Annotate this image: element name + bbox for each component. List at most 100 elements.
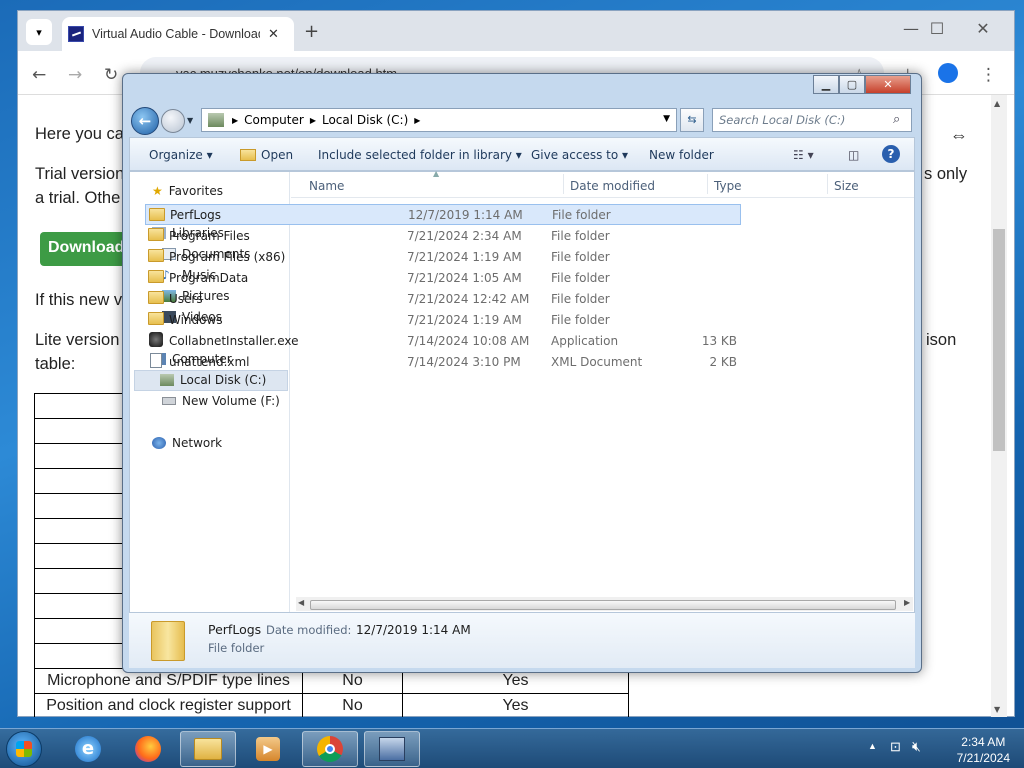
file-row[interactable]: Program Files (x86) 7/21/2024 1:19 AM File… [145, 246, 741, 267]
folder-icon [148, 270, 164, 283]
scroll-up-icon[interactable]: ▲ [994, 99, 1000, 108]
organize-button[interactable]: Organize ▾ [149, 148, 213, 162]
address-history-dropdown-icon[interactable]: ▼ [663, 114, 670, 124]
file-name: unattend.xml [169, 354, 250, 369]
include-in-library-button[interactable]: Include selected folder in library ▾ [318, 148, 522, 162]
file-date: 7/21/2024 1:19 AM [407, 249, 522, 264]
media-player-icon: ▶ [256, 737, 280, 761]
search-icon[interactable]: ⌕ [893, 112, 900, 127]
menu-dots-icon[interactable]: ⋮ [980, 65, 997, 85]
file-type: File folder [551, 249, 610, 264]
file-name: PerfLogs [170, 207, 222, 222]
local-disk-icon [160, 374, 174, 386]
tab-search-chevron-icon[interactable]: ▾ [26, 19, 52, 45]
taskbar-chrome[interactable] [302, 731, 358, 767]
taskbar-internet-explorer[interactable]: e [60, 731, 116, 767]
breadcrumb-computer[interactable]: Computer [244, 113, 304, 127]
breadcrumb-arrow-icon[interactable]: ▶ [310, 116, 316, 125]
breadcrumb-local-disk[interactable]: Local Disk (C:) [322, 113, 408, 127]
new-tab-button[interactable]: + [304, 21, 319, 42]
favicon-icon [68, 26, 84, 42]
profile-avatar-icon[interactable] [938, 63, 958, 83]
chrome-icon [317, 736, 343, 762]
breadcrumb-arrow-icon[interactable]: ▶ [414, 116, 420, 125]
recent-pages-dropdown-icon[interactable]: ▼ [187, 116, 193, 125]
computer-drive-icon [208, 113, 224, 127]
explorer-address-bar[interactable]: ▶ Computer ▶ Local Disk (C:) ▶ ▼ [201, 108, 677, 132]
tab-close-icon[interactable]: ✕ [268, 27, 279, 42]
page-scroll-thumb[interactable] [993, 229, 1005, 451]
view-options-icon[interactable]: ☷ ▾ [793, 148, 814, 162]
explorer-maximize-button[interactable]: ▢ [839, 75, 865, 94]
drive-icon [162, 397, 176, 405]
file-row[interactable]: unattend.xml 7/14/2024 3:10 PM XML Documen… [145, 351, 741, 372]
sort-arrow-icon: ▲ [433, 169, 440, 178]
file-row[interactable]: Windows 7/21/2024 1:19 AM File folder [145, 309, 741, 330]
nav-new-volume[interactable]: New Volume (F:) [162, 394, 280, 408]
exe-icon [149, 332, 163, 347]
explorer-minimize-button[interactable]: ▁ [813, 75, 839, 94]
give-access-button[interactable]: Give access to ▾ [531, 148, 628, 162]
scroll-left-icon[interactable]: ◀ [298, 598, 304, 607]
help-icon[interactable]: ? [882, 145, 900, 163]
page-text: Here you ca [35, 125, 124, 143]
search-input[interactable]: Search Local Disk (C:) [712, 108, 912, 132]
internet-explorer-icon: e [75, 736, 101, 762]
file-date: 7/14/2024 3:10 PM [407, 354, 521, 369]
page-text: s only [924, 165, 968, 183]
minimize-button[interactable]: — [898, 19, 924, 38]
file-name: Windows [169, 312, 223, 327]
network-icon [152, 437, 166, 449]
back-arrow-icon[interactable]: ← [32, 65, 46, 85]
reload-icon[interactable]: ↻ [104, 65, 118, 85]
breadcrumb-arrow-icon[interactable]: ▶ [232, 116, 238, 125]
taskbar-firefox[interactable] [120, 731, 176, 767]
xml-file-icon [150, 353, 162, 368]
scroll-right-icon[interactable]: ▶ [904, 598, 910, 607]
forward-arrow-icon[interactable]: → [68, 65, 82, 85]
folder-icon [149, 208, 165, 221]
preview-pane-icon[interactable]: ◫ [848, 148, 859, 162]
network-tray-icon[interactable]: ⊡ [890, 739, 901, 755]
nav-favorites[interactable]: ★ Favorites [152, 184, 223, 198]
taskbar-file-explorer[interactable] [180, 731, 236, 767]
file-name: CollabnetInstaller.exe [169, 333, 299, 348]
explorer-close-button[interactable]: ✕ [865, 75, 911, 94]
explorer-back-button[interactable]: ← [131, 107, 159, 135]
browser-tab[interactable]: Virtual Audio Cable - Download ✕ [62, 17, 294, 51]
file-name: Program Files (x86) [169, 249, 286, 264]
file-row[interactable]: PerfLogs 12/7/2019 1:14 AM File folder [145, 204, 741, 225]
explorer-forward-button[interactable] [161, 109, 185, 133]
open-button[interactable]: Open [240, 148, 293, 162]
new-folder-button[interactable]: New folder [649, 148, 714, 162]
page-text: table: [35, 355, 76, 373]
file-row[interactable]: Program Files 7/21/2024 2:34 AM File folde… [145, 225, 741, 246]
taskbar-media-player[interactable]: ▶ [240, 731, 296, 767]
nav-network[interactable]: Network [152, 436, 222, 450]
show-hidden-icons-icon[interactable]: ▲ [868, 741, 877, 751]
file-row[interactable]: CollabnetInstaller.exe 7/14/2024 10:08 AM… [145, 330, 741, 351]
column-header-date[interactable]: Date modified [570, 179, 655, 193]
scroll-down-icon[interactable]: ▼ [994, 705, 1000, 714]
maximize-button[interactable]: ☐ [924, 19, 950, 38]
column-header-type[interactable]: Type [714, 179, 742, 193]
taskbar-clock[interactable]: 2:34 AM 7/21/2024 [957, 734, 1010, 766]
refresh-button[interactable]: ⇆ [680, 108, 704, 132]
folder-icon [148, 312, 164, 325]
page-text: a trial. Othe [35, 189, 121, 207]
details-pane: PerfLogs Date modified: 12/7/2019 1:14 A… [129, 613, 915, 668]
explorer-titlebar[interactable]: ▁ ▢ ✕ [123, 74, 921, 102]
nav-local-disk[interactable]: Local Disk (C:) [160, 373, 266, 387]
page-text: Trial version [35, 165, 125, 183]
file-row[interactable]: ProgramData 7/21/2024 1:05 AM File folder [145, 267, 741, 288]
close-button[interactable]: ✕ [970, 19, 996, 38]
clock-date: 7/21/2024 [956, 751, 1010, 765]
details-date-value: 12/7/2019 1:14 AM [356, 623, 471, 637]
start-button[interactable] [6, 731, 42, 767]
column-header-size[interactable]: Size [834, 179, 859, 193]
column-header-name[interactable]: Name [309, 179, 344, 193]
taskbar-setup-app[interactable] [364, 731, 420, 767]
horizontal-scroll-thumb[interactable] [310, 600, 896, 610]
file-row[interactable]: Users 7/21/2024 12:42 AM File folder [145, 288, 741, 309]
volume-muted-icon[interactable]: 🔇︎ [912, 738, 921, 755]
